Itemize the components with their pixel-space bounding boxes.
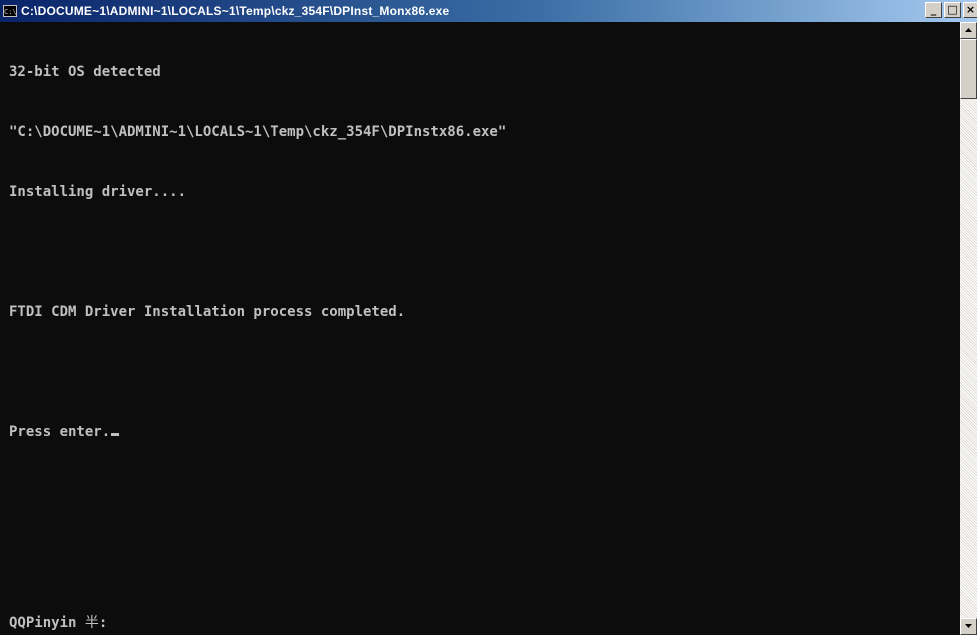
vertical-scrollbar[interactable] (960, 22, 977, 635)
window-title: C:\DOCUME~1\ADMINI~1\LOCALS~1\Temp\ckz_3… (21, 4, 450, 18)
console-output[interactable]: 32-bit OS detected "C:\DOCUME~1\ADMINI~1… (0, 22, 960, 635)
console-prompt: Press enter. (9, 424, 111, 440)
console-line: FTDI CDM Driver Installation process com… (9, 304, 406, 320)
ime-name: QQPinyin (9, 615, 77, 631)
maximize-button[interactable]: □ (944, 2, 961, 18)
close-button[interactable]: × (963, 2, 977, 18)
window-controls: _ □ × (925, 2, 977, 18)
minimize-button[interactable]: _ (925, 2, 942, 18)
console-window-icon[interactable]: C:\ (3, 5, 17, 17)
console-prompt-line: Press enter. (9, 422, 960, 442)
scroll-down-button[interactable] (960, 618, 977, 635)
title-bar[interactable]: C:\ C:\DOCUME~1\ADMINI~1\LOCALS~1\Temp\c… (0, 0, 977, 22)
console-line: Installing driver.... (9, 184, 187, 200)
ime-mode: 半 (84, 615, 99, 631)
arrow-down-icon (965, 624, 972, 628)
text-cursor (111, 433, 120, 436)
arrow-up-icon (965, 28, 972, 32)
console-line: 32-bit OS detected (9, 64, 161, 80)
scrollbar-thumb[interactable] (960, 39, 977, 99)
console-line: "C:\DOCUME~1\ADMINI~1\LOCALS~1\Temp\ckz_… (9, 124, 507, 140)
ime-suffix: : (98, 615, 108, 631)
scroll-up-button[interactable] (960, 22, 977, 39)
console-window: C:\ C:\DOCUME~1\ADMINI~1\LOCALS~1\Temp\c… (0, 0, 977, 635)
ime-status-bar: QQPinyin 半: (9, 613, 107, 633)
